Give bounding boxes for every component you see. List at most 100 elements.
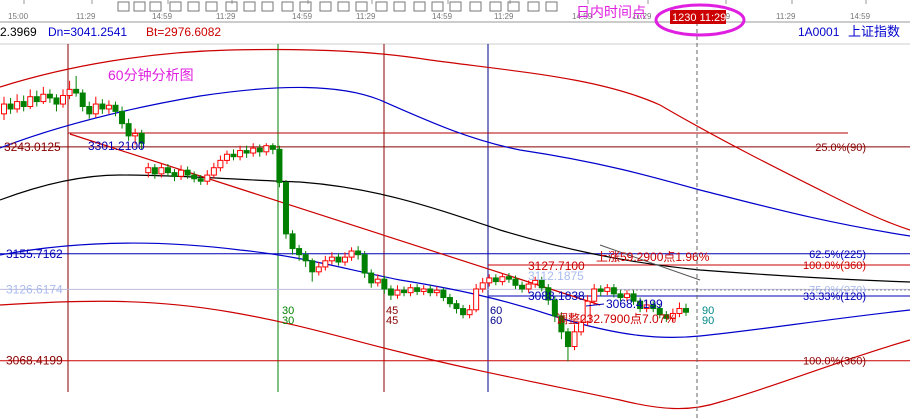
chart-title: 60分钟分析图 — [108, 67, 194, 83]
candle-body — [210, 167, 217, 176]
candle-body — [223, 153, 230, 161]
candle-body — [683, 308, 689, 313]
candle-body — [348, 250, 355, 258]
level-price-label: 3126.6174 — [6, 282, 63, 296]
candle-body — [79, 92, 86, 107]
candle-body — [256, 147, 263, 153]
indicator-value: 2.3969 — [0, 25, 37, 39]
candle-body — [597, 288, 604, 292]
candle-body — [302, 254, 309, 262]
candle-body — [184, 169, 191, 176]
bt-value: Bt=2976.6082 — [146, 25, 221, 39]
candle-body — [335, 256, 342, 263]
candle-body — [86, 105, 93, 115]
candle-body — [204, 174, 211, 182]
candle-body — [66, 88, 73, 96]
candle-body — [368, 272, 375, 284]
candle-body — [14, 101, 21, 110]
time-tick-label: 14:59 — [292, 12, 313, 21]
candle-body — [243, 150, 250, 154]
candle-body — [112, 104, 119, 112]
candle-body — [33, 96, 40, 103]
time-tick-label: 11:29 — [216, 12, 236, 21]
candle-body — [342, 256, 348, 263]
candle-body — [492, 277, 499, 283]
candle-body — [282, 181, 289, 235]
candle-body — [269, 145, 276, 150]
candle-body — [230, 153, 237, 158]
low-price-label: 3088.1838 — [528, 289, 585, 303]
candle-body — [479, 282, 486, 290]
middle-band — [0, 174, 910, 283]
candle-body — [92, 103, 99, 115]
candle-body — [20, 101, 27, 107]
candle-body — [145, 167, 152, 174]
candle-body — [250, 147, 257, 154]
candle-body — [276, 148, 283, 183]
downtrend-line — [69, 133, 601, 306]
candle-body — [40, 93, 47, 103]
chart-canvas[interactable]: 15:00 11:29 14:59 11:29 14:59 11:29 14:59 11:29… — [0, 0, 910, 420]
cursor-time: 1230 11:29 — [672, 12, 726, 24]
rise-annotation: 上涨59.2900点1.96% — [596, 249, 710, 264]
candle-body — [361, 254, 368, 274]
candle-body — [7, 103, 14, 110]
candle-body — [164, 167, 171, 174]
candle-body — [401, 289, 408, 294]
correction-annotation: 调整232.7900点7.07% — [556, 311, 676, 326]
candle-body — [499, 276, 506, 283]
candle-body — [328, 256, 335, 262]
candle-body — [125, 123, 132, 137]
candle-body — [374, 278, 381, 284]
candle-body — [387, 288, 394, 296]
candle-body — [263, 145, 270, 153]
candle-body — [453, 303, 460, 310]
time-tick-label: 14:59 — [850, 12, 871, 21]
level-pct-label: 33.33%(120) — [803, 291, 866, 303]
candle-body — [53, 97, 60, 105]
candle-body — [171, 172, 178, 177]
candle-body — [99, 103, 106, 110]
candle-body — [1, 103, 7, 115]
candle-body — [505, 276, 512, 280]
candle-body — [46, 93, 53, 99]
level-price-label: 3155.7162 — [6, 247, 63, 261]
cycle-vertical-lines — [67, 44, 489, 392]
candle-body — [420, 288, 427, 292]
level-pct-label: 62.5%(225) — [809, 249, 866, 261]
dn-value: Dn=3041.2541 — [48, 25, 127, 39]
candle-body — [427, 288, 434, 294]
candle-body — [132, 132, 139, 137]
candle-body — [486, 277, 493, 284]
candle-body — [309, 260, 316, 273]
candle-body — [381, 278, 388, 290]
candle-body — [27, 96, 34, 107]
time-tick-label: 11:29 — [356, 12, 376, 21]
time-tick-label: 14:59 — [152, 12, 173, 21]
chart-window[interactable]: 15:00 11:29 14:59 11:29 14:59 11:29 14:59 11:29… — [0, 0, 910, 420]
time-tick-label: 11:29 — [776, 12, 796, 21]
horizontal-levels — [0, 132, 910, 362]
candle-body — [394, 289, 401, 296]
candle-body — [473, 288, 480, 311]
candle-body — [512, 278, 519, 286]
candle-body — [191, 174, 198, 180]
candle-body — [158, 167, 165, 175]
candle-body — [105, 104, 112, 110]
candle-body — [433, 289, 440, 294]
candle-body — [322, 260, 329, 268]
cycle-marker-label: 30 — [282, 315, 294, 327]
candle-body — [197, 178, 204, 182]
level-pct-label: 100.0%(360) — [803, 356, 866, 368]
lower-outer-band — [0, 300, 910, 410]
candle-body — [237, 150, 244, 158]
candle-body — [296, 248, 303, 256]
candle-body — [355, 250, 362, 256]
upper-inner-band — [0, 86, 910, 237]
candle-body — [414, 287, 421, 292]
indicator-header: 2.3969 Dn=3041.2541 Bt=2976.6082 1A0001 … — [0, 24, 910, 45]
time-tick-label: 11:29 — [76, 12, 96, 21]
level-pct-label: 100.0%(360) — [803, 260, 866, 272]
candle-body — [676, 308, 683, 314]
symbol-name: 上证指数 — [848, 24, 900, 39]
